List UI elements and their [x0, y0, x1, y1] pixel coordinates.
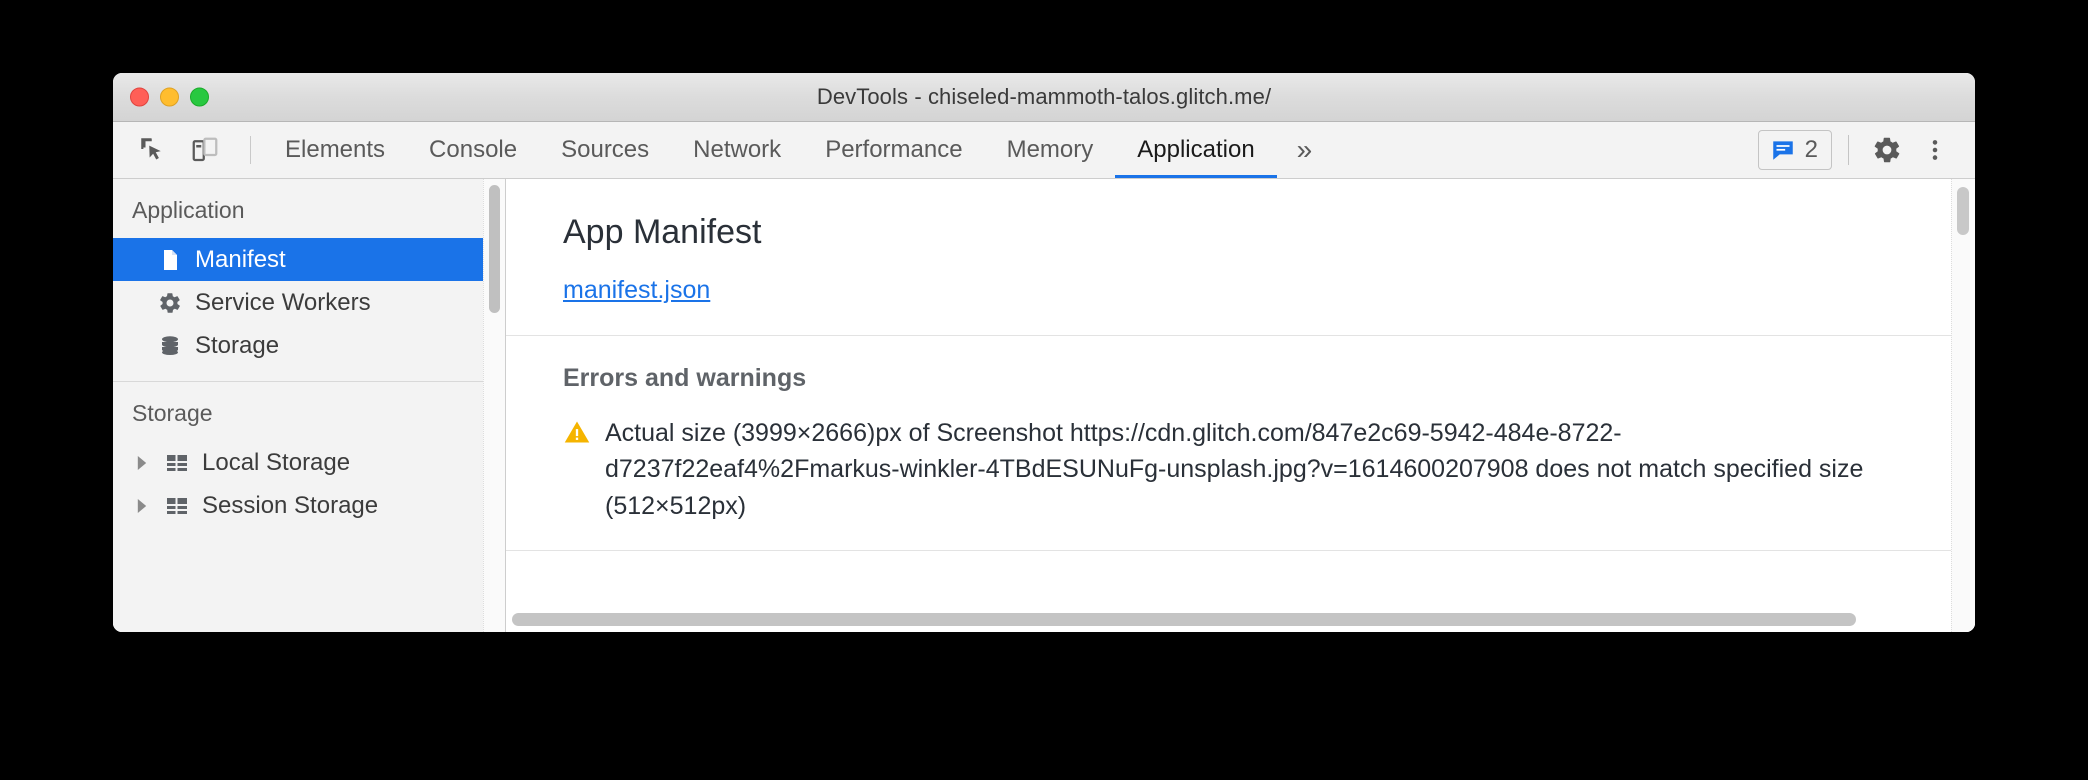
sidebar-item-service-workers[interactable]: Service Workers [113, 281, 505, 324]
screen-root: DevTools - chiseled-mammoth-talos.glitch… [0, 0, 2088, 780]
sidebar-group-storage: Storage Local Storage Session Storage [113, 382, 505, 541]
tab-console[interactable]: Console [407, 122, 539, 178]
sidebar-item-local-storage[interactable]: Local Storage [113, 441, 505, 484]
issues-badge[interactable]: 2 [1757, 130, 1832, 170]
sidebar-scrollbar-thumb[interactable] [489, 185, 500, 313]
minimize-window-button[interactable] [160, 87, 179, 107]
sidebar-item-label: Storage [195, 331, 280, 359]
inspect-cursor-icon[interactable] [132, 129, 174, 171]
window-titlebar: DevTools - chiseled-mammoth-talos.glitch… [113, 73, 1975, 122]
tab-label: Memory [1006, 136, 1094, 163]
more-tabs-button[interactable]: » [1277, 122, 1333, 178]
tab-performance[interactable]: Performance [803, 122, 984, 178]
issues-message-icon [1770, 137, 1796, 163]
table-icon [164, 452, 190, 474]
document-icon [157, 248, 183, 272]
gear-icon[interactable] [1865, 128, 1909, 172]
chevron-double-right-icon: » [1296, 134, 1313, 165]
devtools-toolbar: Elements Console Sources Network Perform… [113, 122, 1975, 179]
warning-triangle-icon [563, 415, 591, 446]
issues-count: 2 [1804, 136, 1818, 163]
sidebar-group-application: Application Manifest Service Workers Sto… [113, 179, 505, 382]
chevron-right-icon[interactable] [132, 455, 152, 470]
sidebar-item-label: Service Workers [195, 288, 371, 316]
errors-section-title: Errors and warnings [563, 364, 807, 392]
device-toolbar-icon[interactable] [184, 129, 226, 171]
content-scrollbar-thumb[interactable] [1957, 187, 1969, 235]
errors-and-warnings-block: Errors and warnings Actual size (3999×26… [506, 336, 1975, 551]
application-sidebar: Application Manifest Service Workers Sto… [113, 179, 506, 632]
tab-label: Application [1137, 136, 1255, 163]
warning-item: Actual size (3999×2666)px of Screenshot … [563, 415, 1915, 524]
tab-sources[interactable]: Sources [539, 122, 671, 178]
tab-label: Network [693, 136, 782, 163]
manifest-panel: App Manifest manifest.json Errors and wa… [506, 179, 1975, 632]
sidebar-item-label: Local Storage [202, 448, 351, 476]
page-title: App Manifest [563, 213, 762, 251]
window-title: DevTools - chiseled-mammoth-talos.glitch… [816, 84, 1272, 109]
tab-label: Elements [285, 136, 386, 163]
manifest-next-block [506, 550, 1975, 585]
sidebar-item-manifest[interactable]: Manifest [113, 238, 505, 281]
tab-label: Sources [561, 136, 650, 163]
sidebar-item-storage[interactable]: Storage [113, 324, 505, 367]
manifest-header-block: App Manifest manifest.json [506, 179, 1975, 336]
toolbar-left-icons [113, 122, 263, 178]
zoom-window-button[interactable] [190, 87, 209, 107]
panel-tabs: Elements Console Sources Network Perform… [263, 122, 1332, 178]
devtools-body: Application Manifest Service Workers Sto… [113, 179, 1975, 632]
kebab-menu-icon[interactable] [1913, 128, 1957, 172]
close-window-button[interactable] [130, 87, 149, 107]
content-scrollbar-track[interactable] [1951, 179, 1975, 632]
horizontal-scrollbar-thumb[interactable] [512, 612, 1856, 626]
warning-message: Actual size (3999×2666)px of Screenshot … [605, 419, 1864, 520]
sidebar-item-label: Session Storage [202, 491, 379, 519]
tab-elements[interactable]: Elements [263, 122, 407, 178]
tab-memory[interactable]: Memory [985, 122, 1116, 178]
manifest-json-link[interactable]: manifest.json [563, 276, 710, 305]
chevron-right-icon[interactable] [132, 498, 152, 513]
tab-network[interactable]: Network [671, 122, 803, 178]
window-controls [130, 87, 209, 107]
tab-label: Console [429, 136, 518, 163]
database-icon [157, 334, 183, 358]
toolbar-divider [250, 136, 251, 164]
devtools-window: DevTools - chiseled-mammoth-talos.glitch… [113, 73, 1975, 632]
toolbar-right-divider [1848, 135, 1849, 165]
tab-application[interactable]: Application [1115, 122, 1278, 178]
horizontal-scrollbar-track[interactable] [506, 606, 1975, 632]
toolbar-right-icons: 2 [1757, 122, 1975, 178]
sidebar-item-session-storage[interactable]: Session Storage [113, 484, 505, 527]
sidebar-group-title: Application [132, 197, 245, 223]
sidebar-item-label: Manifest [195, 245, 286, 273]
tab-label: Performance [825, 136, 963, 163]
gear-icon [157, 291, 183, 315]
table-icon [164, 495, 190, 517]
sidebar-group-title: Storage [132, 400, 213, 426]
